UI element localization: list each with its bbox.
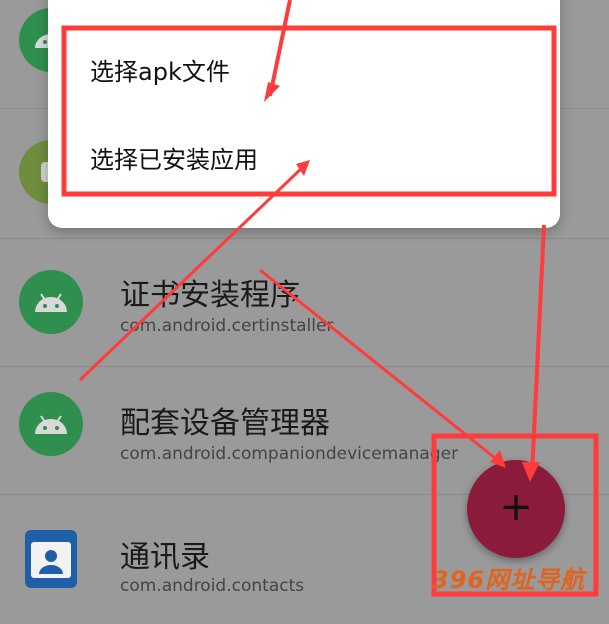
- divider: [0, 238, 609, 239]
- app-package: com.android.companiondevicemanager: [120, 444, 459, 464]
- menu-item-select-apk[interactable]: 选择apk文件: [90, 52, 230, 87]
- app-title: 通讯录: [120, 540, 210, 575]
- watermark-logo: 396网址导航: [432, 566, 586, 594]
- popup-menu: 选择apk文件 选择已安装应用: [48, 0, 560, 228]
- list-item[interactable]: 证书安装程序 com.android.certinstaller: [0, 240, 609, 368]
- app-title: 配套设备管理器: [120, 406, 330, 441]
- app-title: 证书安装程序: [120, 278, 300, 313]
- contacts-icon: [25, 530, 77, 588]
- android-robot-icon: [19, 270, 83, 334]
- menu-item-select-installed-app[interactable]: 选择已安装应用: [90, 140, 258, 175]
- app-package: com.android.certinstaller: [120, 316, 334, 336]
- app-package: com.android.contacts: [120, 576, 305, 596]
- add-fab-button[interactable]: +: [467, 460, 565, 558]
- plus-icon: +: [499, 484, 533, 530]
- android-robot-icon: [19, 392, 83, 456]
- divider: [0, 366, 609, 367]
